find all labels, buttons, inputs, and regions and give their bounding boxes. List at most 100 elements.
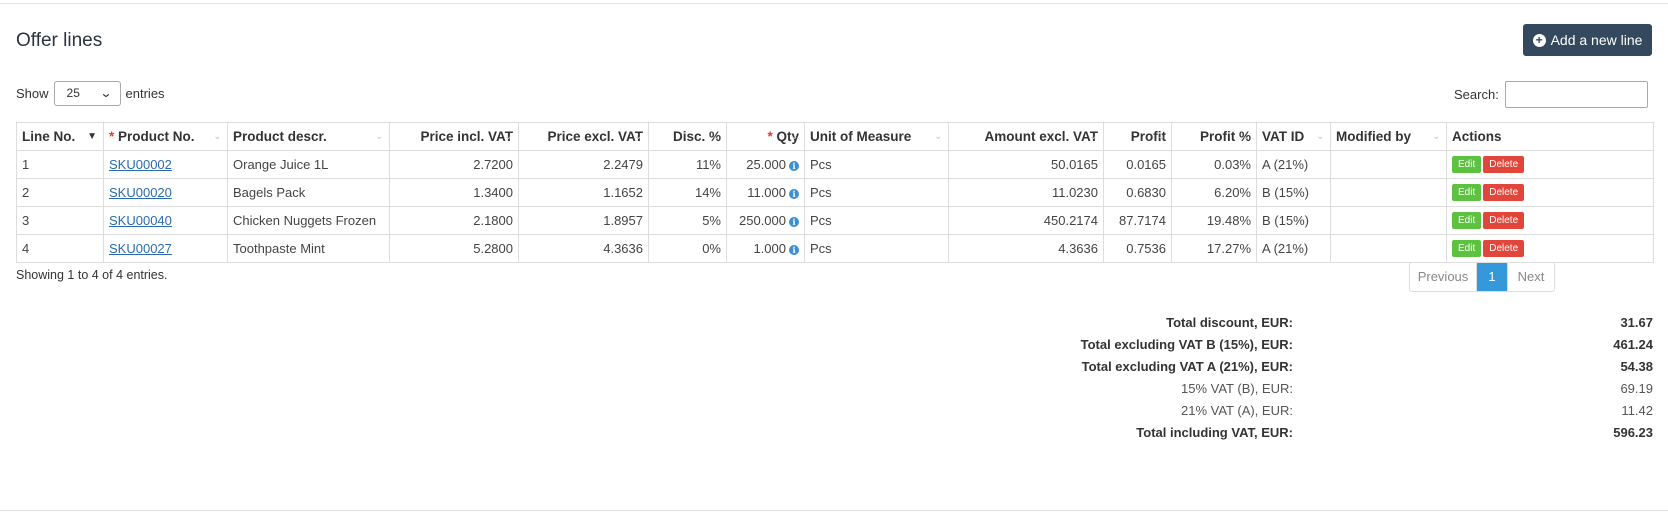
entries-select[interactable]: 25 ⌄ (53, 80, 121, 106)
cell-qty: 1.000 i (726, 234, 805, 263)
edit-button[interactable]: Edit (1452, 184, 1482, 202)
page-1-button[interactable]: 1 (1477, 263, 1507, 291)
cell-product-descr: Orange Juice 1L (227, 150, 390, 179)
total-label: Total excluding VAT B (15%), EUR: (1080, 337, 1293, 352)
delete-button[interactable]: Delete (1483, 184, 1525, 202)
table-row: 2 SKU00020 Bagels Pack 1.3400 1.1652 14%… (16, 178, 1654, 207)
cell-product-descr: Bagels Pack (227, 178, 390, 207)
cell-price-excl-vat: 4.3636 (518, 234, 649, 263)
cell-profit-pct: 19.48% (1171, 206, 1257, 235)
cell-qty: 25.000 i (726, 150, 805, 179)
total-label: Total including VAT, EUR: (1136, 425, 1293, 440)
chevron-down-icon: ⌄ (99, 86, 114, 100)
cell-line-no: 1 (16, 150, 104, 179)
edit-button[interactable]: Edit (1452, 212, 1482, 230)
show-label: Show (16, 85, 49, 101)
cell-disc-pct: 5% (648, 206, 727, 235)
cell-amount-excl-vat: 50.0165 (948, 150, 1104, 179)
column-header-product-no[interactable]: * Product No. ⌄ (103, 122, 228, 151)
cell-line-no: 3 (16, 206, 104, 235)
edit-button[interactable]: Edit (1452, 156, 1482, 174)
vat-b-row: 15% VAT (B), EUR: 69.19 (1000, 378, 1653, 400)
sort-caret-icon: ⌄ (213, 131, 221, 141)
column-header-price-excl-vat[interactable]: Price excl. VAT ⌄ (518, 122, 649, 151)
total-label: 15% VAT (B), EUR: (1181, 381, 1293, 396)
total-value: 31.67 (1620, 315, 1653, 330)
sort-caret-icon: ⌄ (712, 131, 720, 141)
cell-vat-id: B (15%) (1256, 206, 1331, 235)
cell-disc-pct: 11% (648, 150, 727, 179)
info-circle-icon[interactable]: i (789, 161, 799, 171)
total-value: 54.38 (1620, 359, 1653, 374)
sort-caret-icon: ⌄ (1316, 131, 1324, 141)
cell-profit: 0.6830 (1103, 178, 1172, 207)
total-label: Total discount, EUR: (1166, 315, 1293, 330)
product-link[interactable]: SKU00027 (109, 241, 172, 256)
column-header-modified-by[interactable]: Modified by ⌄ (1330, 122, 1447, 151)
cell-price-excl-vat: 1.8957 (518, 206, 649, 235)
delete-button[interactable]: Delete (1483, 156, 1525, 174)
column-header-disc-pct[interactable]: Disc. % ⌄ (648, 122, 727, 151)
total-label: 21% VAT (A), EUR: (1181, 403, 1293, 418)
info-circle-icon[interactable]: i (789, 189, 799, 199)
cell-actions: Edit Delete (1446, 206, 1654, 235)
product-link[interactable]: SKU00002 (109, 157, 172, 172)
table-row: 4 SKU00027 Toothpaste Mint 5.2800 4.3636… (16, 234, 1654, 263)
search-input[interactable] (1504, 81, 1648, 108)
column-header-product-descr[interactable]: Product descr. ⌄ (227, 122, 390, 151)
column-header-unit-of-measure[interactable]: Unit of Measure ⌄ (804, 122, 949, 151)
column-header-price-incl-vat[interactable]: Price incl. VAT ⌄ (389, 122, 519, 151)
column-header-profit[interactable]: Profit ⌄ (1103, 122, 1172, 151)
cell-price-excl-vat: 2.2479 (518, 150, 649, 179)
required-marker: * (109, 129, 115, 144)
total-value: 461.24 (1613, 337, 1653, 352)
info-circle-icon[interactable]: i (789, 245, 799, 255)
total-discount-row: Total discount, EUR: 31.67 (1000, 312, 1653, 334)
table-info: Showing 1 to 4 of 4 entries. (16, 268, 168, 282)
edit-button[interactable]: Edit (1452, 240, 1482, 258)
sort-caret-icon: ⌄ (634, 131, 642, 141)
required-marker: * (767, 129, 773, 144)
column-header-amount-excl-vat[interactable]: Amount excl. VAT ⌄ (948, 122, 1104, 151)
cell-actions: Edit Delete (1446, 178, 1654, 207)
add-new-line-button[interactable]: + Add a new line (1523, 24, 1652, 56)
next-page-button[interactable]: Next (1507, 263, 1554, 291)
sort-caret-icon: ⌄ (375, 131, 383, 141)
cell-line-no: 4 (16, 234, 104, 263)
cell-price-incl-vat: 2.1800 (389, 206, 519, 235)
delete-button[interactable]: Delete (1483, 212, 1525, 230)
table-header-row: Line No. ▼ * Product No. ⌄ Product descr… (16, 122, 1654, 151)
cell-amount-excl-vat: 4.3636 (948, 234, 1104, 263)
previous-page-button[interactable]: Previous (1410, 263, 1477, 291)
cell-price-incl-vat: 2.7200 (389, 150, 519, 179)
cell-qty: 250.000 i (726, 206, 805, 235)
column-header-qty[interactable]: * Qty ⌄ (726, 122, 805, 151)
cell-modified-by (1330, 234, 1447, 263)
cell-vat-id: B (15%) (1256, 178, 1331, 207)
cell-vat-id: A (21%) (1256, 150, 1331, 179)
column-header-vat-id[interactable]: VAT ID ⌄ (1256, 122, 1331, 151)
total-excl-vat-a-row: Total excluding VAT A (21%), EUR: 54.38 (1000, 356, 1653, 378)
total-label: Total excluding VAT A (21%), EUR: (1081, 359, 1293, 374)
info-circle-icon[interactable]: i (789, 217, 799, 227)
total-excl-vat-b-row: Total excluding VAT B (15%), EUR: 461.24 (1000, 334, 1653, 356)
offer-lines-table: Line No. ▼ * Product No. ⌄ Product descr… (16, 122, 1654, 263)
cell-modified-by (1330, 178, 1447, 207)
page-title: Offer lines (16, 30, 103, 51)
sort-caret-icon: ⌄ (1157, 131, 1165, 141)
cell-unit-of-measure: Pcs (804, 150, 949, 179)
entries-label: entries (125, 85, 165, 101)
sort-caret-icon: ⌄ (790, 131, 798, 141)
sort-caret-icon: ⌄ (504, 131, 512, 141)
sort-desc-icon: ▼ (87, 131, 97, 142)
totals-summary: Total discount, EUR: 31.67 Total excludi… (1000, 312, 1653, 444)
product-link[interactable]: SKU00040 (109, 213, 172, 228)
cell-amount-excl-vat: 11.0230 (948, 178, 1104, 207)
column-header-profit-pct[interactable]: Profit % ⌄ (1171, 122, 1257, 151)
column-header-line-no[interactable]: Line No. ▼ (16, 122, 104, 151)
delete-button[interactable]: Delete (1483, 240, 1525, 258)
product-link[interactable]: SKU00020 (109, 185, 172, 200)
cell-price-incl-vat: 1.3400 (389, 178, 519, 207)
cell-amount-excl-vat: 450.2174 (948, 206, 1104, 235)
cell-disc-pct: 14% (648, 178, 727, 207)
